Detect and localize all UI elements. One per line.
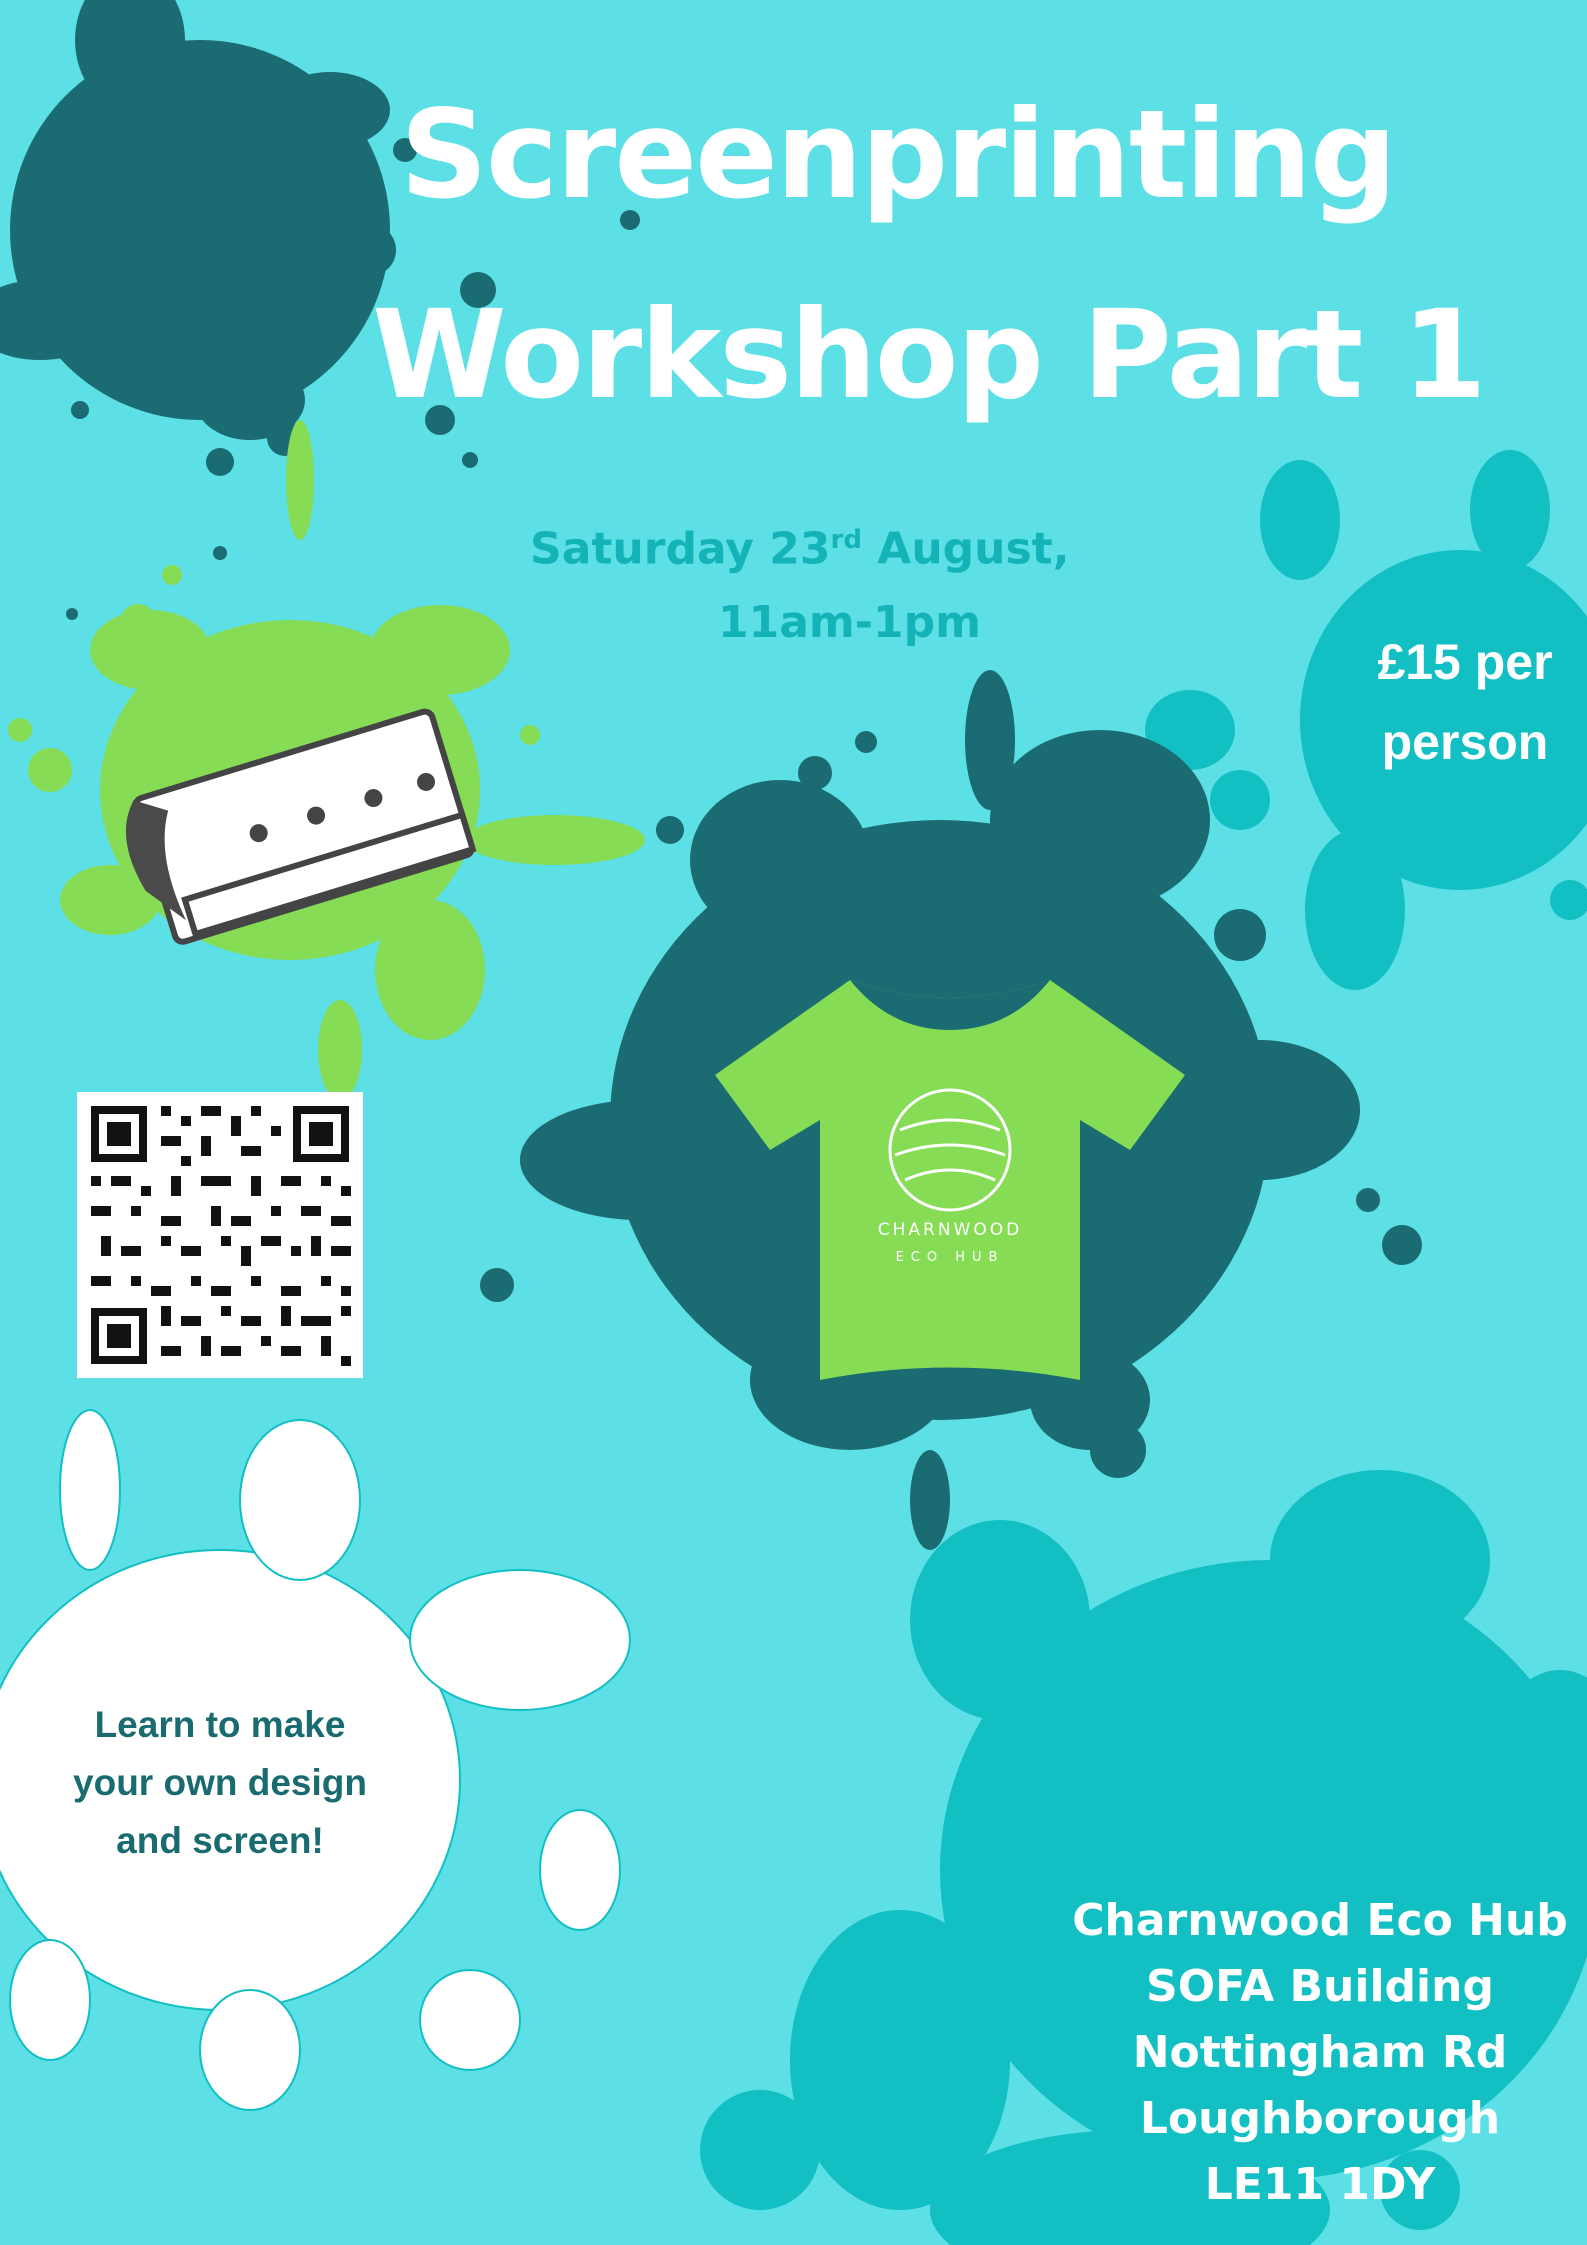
- date-day: Saturday 23: [530, 523, 831, 575]
- time-line: 11am-1pm: [718, 597, 981, 648]
- address-line-3: Nottingham Rd: [1132, 2027, 1508, 2078]
- workshop-poster: CHARNWOOD ECO HUB Screenprinting Worksho…: [0, 0, 1587, 2245]
- learn-line-1: Learn to make: [94, 1704, 346, 1745]
- logo-subtitle: ECO HUB: [895, 1250, 1005, 1265]
- title-line-1: Screenprinting: [400, 84, 1397, 226]
- title-line-2: Workshop Part 1: [372, 284, 1487, 426]
- squeegee-icon: [125, 708, 477, 945]
- address-line-1: Charnwood Eco Hub: [1072, 1895, 1568, 1946]
- address-line-2: SOFA Building: [1146, 1961, 1494, 2012]
- date-month: August,: [877, 523, 1070, 575]
- address-line-4: Loughborough: [1139, 2093, 1501, 2144]
- price-line-2: person: [1381, 714, 1549, 770]
- date-line: Saturday 23rd August,: [530, 510, 1069, 580]
- tshirt-icon: [715, 980, 1185, 1380]
- qr-code-icon[interactable]: [77, 1092, 363, 1378]
- learn-line-3: and screen!: [116, 1820, 324, 1861]
- learn-line-2: your own design: [73, 1762, 367, 1803]
- logo-name: CHARNWOOD: [877, 1220, 1023, 1240]
- price-line-1: £15 per: [1377, 634, 1553, 690]
- address-line-5: LE11 1DY: [1204, 2159, 1436, 2210]
- date-suffix: rd: [830, 525, 862, 555]
